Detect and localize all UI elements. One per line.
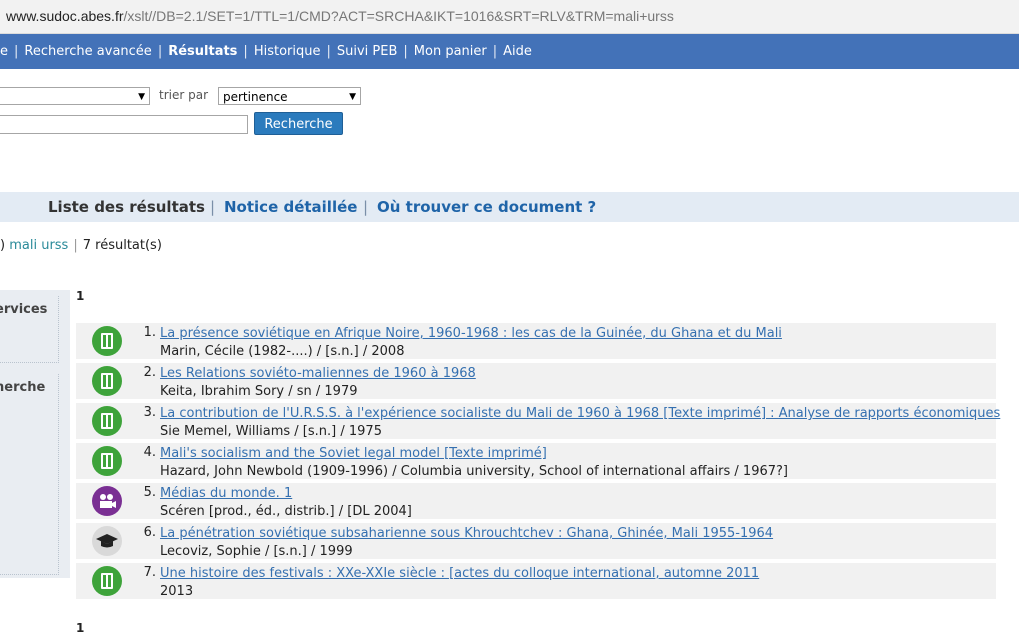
result-title-link[interactable]: La contribution de l'U.R.S.S. à l'expéri… (160, 406, 1000, 421)
result-row: 5. Médias du monde. 1 Scéren [prod., éd.… (76, 483, 996, 519)
query-summary: ) mali urss | 7 résultat(s) (0, 238, 162, 253)
result-title-link[interactable]: Une histoire des festivals : XXe-XXIe si… (160, 566, 759, 581)
result-number: 5. (143, 485, 156, 500)
result-row: 2. Les Relations soviéto-maliennes de 19… (76, 363, 996, 399)
search-panel: herche (0, 374, 59, 575)
result-authors: Keita, Ibrahim Sory / sn / 1979 (160, 384, 358, 399)
services-panel-title: ervices (0, 302, 48, 317)
sort-select[interactable]: pertinence ▼ (218, 87, 361, 105)
nav-item-advanced-search[interactable]: Recherche avancée (24, 44, 151, 59)
search-panel-title: herche (0, 380, 46, 395)
tab-results-list[interactable]: Liste des résultats (48, 192, 205, 222)
query-paren: ) (0, 238, 6, 253)
result-row: 6. La pénétration soviétique subsaharien… (76, 523, 996, 559)
result-authors: Scéren [prod., éd., distrib.] / [DL 2004… (160, 504, 412, 519)
tab-where-to-find[interactable]: Où trouver ce document ? (377, 192, 596, 222)
result-row: 3. La contribution de l'U.R.S.S. à l'exp… (76, 403, 1000, 439)
result-number: 2. (143, 365, 156, 380)
nav-separator: | (157, 44, 163, 59)
nav-item-results[interactable]: Résultats (168, 44, 237, 59)
nav-separator: | (326, 44, 331, 59)
book-icon (92, 366, 122, 396)
results-list: 1. La présence soviétique en Afrique Noi… (76, 323, 1000, 603)
video-icon (92, 486, 122, 516)
nav-item-history[interactable]: Historique (254, 44, 321, 59)
tab-separator: | (210, 198, 216, 216)
nav-item-help[interactable]: Aide (503, 44, 532, 59)
result-count: 7 résultat(s) (82, 238, 162, 253)
result-authors: Sie Memel, Williams / [s.n.] / 1975 (160, 424, 382, 439)
result-title-link[interactable]: La présence soviétique en Afrique Noire,… (160, 326, 782, 341)
address-bar[interactable]: www.sudoc.abes.fr/xslt//DB=2.1/SET=1/TTL… (0, 0, 1019, 34)
nav-separator: | (492, 44, 498, 59)
query-separator: | (73, 238, 78, 253)
result-number: 4. (143, 445, 156, 460)
field-select[interactable]: ▼ (0, 87, 150, 105)
url-path: /xslt//DB=2.1/SET=1/TTL=1/CMD?ACT=SRCHA&… (123, 8, 674, 24)
result-number: 3. (143, 405, 156, 420)
result-row: 4. Mali's socialism and the Soviet legal… (76, 443, 996, 479)
result-row: 1. La présence soviétique en Afrique Noi… (76, 323, 996, 359)
result-title-link[interactable]: Mali's socialism and the Soviet legal mo… (160, 446, 547, 461)
result-tabs: Liste des résultats | Notice détaillée |… (0, 192, 1019, 222)
result-title-link[interactable]: La pénétration soviétique subsaharienne … (160, 526, 773, 541)
result-title-link[interactable]: Les Relations soviéto-maliennes de 1960 … (160, 366, 476, 381)
tab-separator: | (363, 198, 369, 216)
nav-item-partial[interactable]: e (0, 44, 8, 59)
thesis-icon (92, 526, 122, 556)
query-terms[interactable]: mali urss (9, 238, 68, 253)
result-number: 6. (143, 525, 156, 540)
search-button[interactable]: Recherche (254, 112, 343, 135)
book-icon (92, 326, 122, 356)
services-panel: ervices (0, 296, 59, 363)
result-authors: Hazard, John Newbold (1909-1996) / Colum… (160, 464, 788, 479)
result-number: 1. (143, 325, 156, 340)
book-icon (92, 406, 122, 436)
sort-label: trier par (159, 88, 209, 102)
result-authors: 2013 (160, 584, 194, 599)
nav-separator: | (403, 44, 408, 59)
main-nav: e | Recherche avancée | Résultats | Historique… (0, 34, 1019, 69)
sort-value: pertinence (223, 90, 288, 104)
nav-separator: | (243, 44, 248, 59)
page-number-bottom[interactable]: 1 (76, 621, 84, 635)
result-row: 7. Une histoire des festivals : XXe-XXIe… (76, 563, 996, 599)
nav-item-cart[interactable]: Mon panier (414, 44, 487, 59)
search-input[interactable] (0, 115, 248, 134)
book-icon (92, 566, 122, 596)
book-icon (92, 446, 122, 476)
page-number-top[interactable]: 1 (76, 289, 84, 303)
nav-item-peb[interactable]: Suivi PEB (337, 44, 398, 59)
chevron-down-icon: ▼ (349, 92, 356, 102)
nav-separator: | (14, 44, 19, 59)
chevron-down-icon: ▼ (138, 92, 145, 102)
result-title-link[interactable]: Médias du monde. 1 (160, 486, 292, 501)
url-domain: www.sudoc.abes.fr (6, 8, 124, 24)
result-authors: Marin, Cécile (1982-....) / [s.n.] / 200… (160, 344, 405, 359)
result-authors: Lecoviz, Sophie / [s.n.] / 1999 (160, 544, 353, 559)
result-number: 7. (143, 565, 156, 580)
tab-detailed-record[interactable]: Notice détaillée (224, 192, 357, 222)
